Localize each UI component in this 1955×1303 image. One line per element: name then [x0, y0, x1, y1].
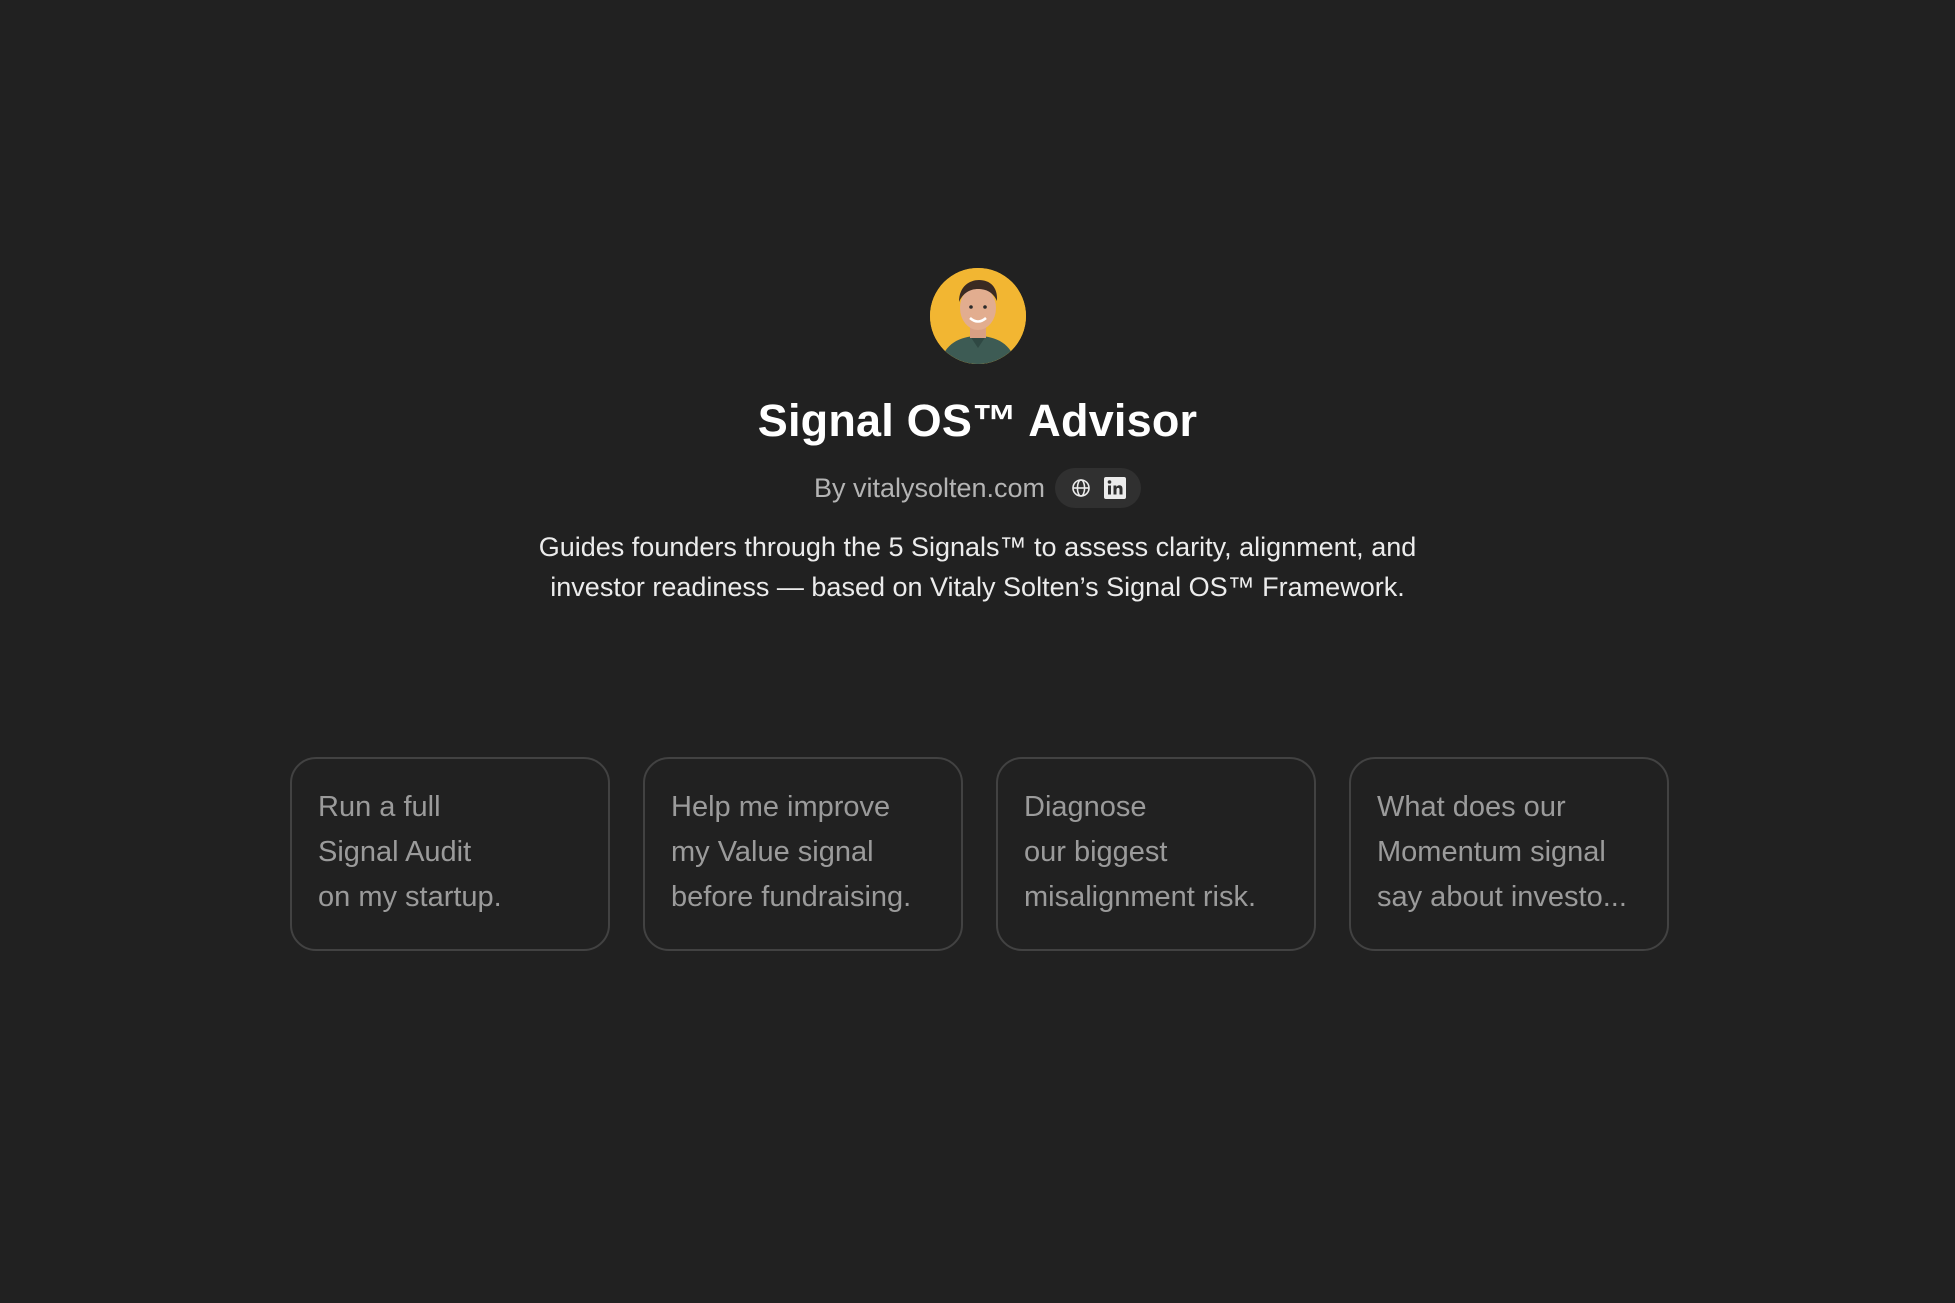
- starter-text-line: my Value signal: [671, 836, 874, 868]
- starter-text-line: misalignment risk.: [1024, 881, 1257, 913]
- starter-text-line: Signal Audit: [318, 836, 472, 868]
- conversation-starter-button[interactable]: Help me improve my Value signal before f…: [643, 757, 963, 951]
- gpt-header: Signal OS™ Advisor By vitalysolten.com G…: [0, 268, 1955, 607]
- starter-text-line: Run a full: [318, 791, 441, 823]
- starter-text-line: Momentum signal: [1377, 836, 1606, 868]
- conversation-starter-button[interactable]: What does our Momentum signal say about …: [1349, 757, 1669, 951]
- conversation-starter-button[interactable]: Run a full Signal Audit on my startup.: [290, 757, 610, 951]
- gpt-title: Signal OS™ Advisor: [757, 395, 1198, 446]
- starter-text-line: What does our: [1377, 791, 1566, 823]
- starter-text-line: Diagnose: [1024, 791, 1147, 823]
- linkedin-icon[interactable]: [1103, 476, 1127, 500]
- starter-text-line: before fundraising.: [671, 881, 912, 913]
- starter-text-line: Help me improve: [671, 791, 891, 823]
- gpt-description: Guides founders through the 5 Signals™ t…: [538, 532, 1417, 602]
- starter-text-line: on my startup.: [318, 881, 502, 913]
- conversation-starters: Run a full Signal Audit on my startup. H…: [290, 757, 1669, 951]
- byline-row: By vitalysolten.com: [813, 468, 1142, 508]
- avatar-portrait-image: [929, 268, 1026, 364]
- avatar: [929, 268, 1026, 364]
- conversation-starter-button[interactable]: Diagnose our biggest misalignment risk.: [996, 757, 1316, 951]
- starter-text-line: say about investo...: [1377, 881, 1627, 913]
- social-links: [1055, 468, 1142, 508]
- starter-text-line: our biggest: [1024, 836, 1168, 868]
- gpt-landing-page: Signal OS™ Advisor By vitalysolten.com G…: [0, 0, 1955, 1303]
- globe-icon[interactable]: [1069, 476, 1093, 500]
- author-byline: By vitalysolten.com: [813, 472, 1046, 503]
